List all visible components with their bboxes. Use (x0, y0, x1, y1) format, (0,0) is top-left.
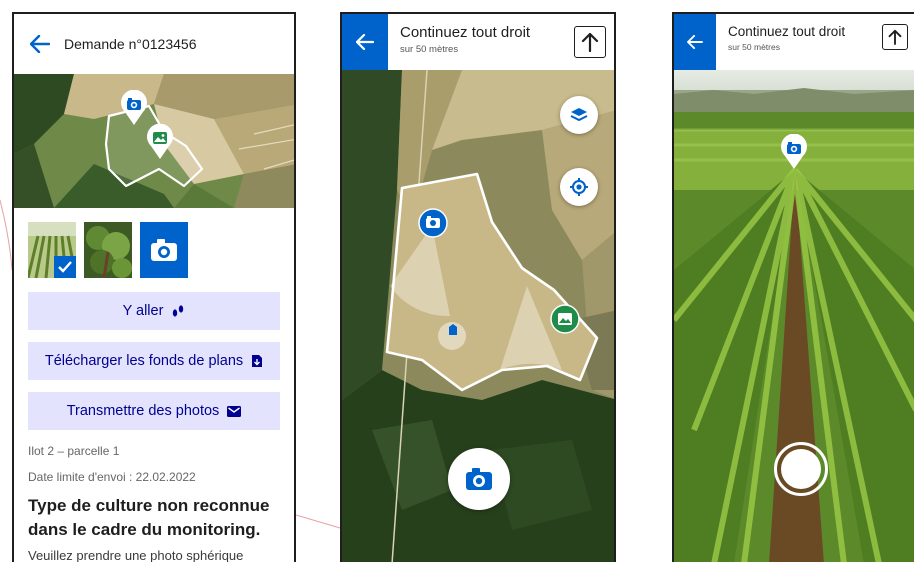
camera-icon (466, 468, 492, 490)
photo-thumbnails (14, 208, 294, 278)
locate-icon (570, 178, 588, 196)
capture-button-inner (781, 449, 821, 489)
walk-icon (173, 305, 184, 317)
back-button[interactable] (342, 14, 388, 70)
phone-request-detail: Demande n°0123456 Y aller Télécharger le… (12, 12, 296, 562)
back-button[interactable] (674, 14, 716, 70)
mail-icon (227, 405, 242, 417)
navigation-distance: sur 50 mètres (728, 42, 780, 52)
request-title: Demande n°0123456 (64, 36, 197, 52)
direction-up-icon (882, 24, 908, 50)
download-icon (252, 355, 263, 367)
send-photos-label: Transmettre des photos (66, 403, 220, 419)
phone-navigation-map: Continuez tout droit sur 50 mètres (340, 12, 616, 562)
navigation-instruction: Continuez tout droit sur 50 mètres (388, 14, 574, 70)
back-arrow-icon (687, 35, 703, 49)
photo-pin-camera-icon[interactable] (418, 208, 448, 243)
capture-button[interactable] (774, 442, 828, 496)
back-arrow-icon (356, 34, 374, 50)
direction-up-icon (574, 26, 606, 58)
photo-thumbnail[interactable] (84, 222, 132, 278)
navigation-instruction: Continuez tout droit sur 50 mètres (716, 14, 882, 70)
locate-button[interactable] (560, 168, 598, 206)
send-photos-button[interactable]: Transmettre des photos (28, 392, 280, 430)
status-message: Type de culture non reconnue dans le cad… (28, 496, 270, 539)
parcel-map[interactable] (14, 74, 294, 208)
navigation-title: Continuez tout droit (400, 24, 531, 41)
camera-icon (151, 239, 177, 261)
user-location-icon (448, 323, 458, 341)
request-header: Demande n°0123456 (14, 14, 294, 74)
navigation-distance: sur 50 mètres (400, 44, 459, 55)
photo-pin-image-icon[interactable] (550, 304, 580, 339)
navigation-header: Continuez tout droit sur 50 mètres (674, 14, 914, 70)
deadline-label: Date limite d'envoi : 22.02.2022 (28, 470, 196, 484)
navigation-header: Continuez tout droit sur 50 mètres (342, 14, 614, 70)
status-message-detail: Veuillez prendre une photo sphérique (28, 548, 244, 562)
go-button-label: Y aller (122, 303, 164, 319)
layers-button[interactable] (560, 96, 598, 134)
photo-pin-image-icon[interactable] (146, 123, 174, 165)
app-screens-showcase: Demande n°0123456 Y aller Télécharger le… (0, 0, 914, 562)
layers-icon (570, 108, 588, 122)
add-photo-button[interactable] (140, 222, 188, 278)
back-arrow-icon[interactable] (28, 32, 52, 56)
phone-camera-view: Continuez tout droit sur 50 mètres (672, 12, 914, 562)
check-icon (54, 256, 76, 278)
photo-pin-camera-icon[interactable] (120, 89, 148, 131)
photo-pin-camera-icon[interactable] (780, 133, 808, 175)
download-basemaps-label: Télécharger les fonds de plans (44, 353, 244, 369)
photo-thumbnail-selected[interactable] (28, 222, 76, 278)
navigation-title: Continuez tout droit (728, 24, 846, 39)
take-photo-button[interactable] (448, 448, 510, 510)
go-button[interactable]: Y aller (28, 292, 280, 330)
download-basemaps-button[interactable]: Télécharger les fonds de plans (28, 342, 280, 380)
parcel-label: Ilot 2 – parcelle 1 (28, 444, 120, 458)
